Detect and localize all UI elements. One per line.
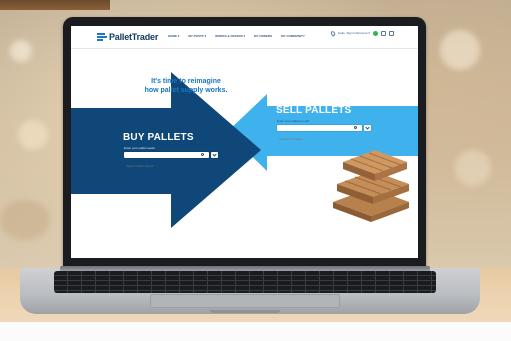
bokeh-light — [10, 40, 32, 62]
laptop-trackpad[interactable] — [150, 294, 340, 308]
buy-pallets-title: BUY PALLETS — [123, 132, 194, 143]
bokeh-light — [0, 200, 50, 240]
headline-line-1: It's time to reimagine — [151, 78, 221, 85]
laptop-screen: PalletTrader HOME ▾ MY POSTS ▾ WORKS & O… — [71, 26, 418, 258]
sell-pallets-title: SELL PALLETS — [276, 105, 352, 116]
background-sign — [0, 0, 110, 10]
buy-subtitle: Enter your pallet needs — [124, 146, 155, 150]
headline-line-2: how pallet supply works. — [144, 86, 228, 94]
sell-dropdown-chevron[interactable] — [364, 125, 371, 131]
bokeh-light — [455, 150, 491, 186]
hero-headline: It's time to reimagine how pallet supply… — [111, 78, 261, 95]
sell-search-input[interactable] — [277, 136, 362, 142]
search-icon[interactable] — [201, 153, 204, 156]
buy-dropdown-chevron[interactable] — [211, 152, 218, 158]
bokeh-light — [18, 120, 48, 150]
pallet-stack-image — [333, 150, 409, 222]
buy-arrow — [71, 72, 261, 228]
sell-subtitle: Enter your pallets to sell — [277, 119, 310, 123]
bottom-margin — [0, 322, 511, 341]
search-icon[interactable] — [354, 126, 357, 129]
laptop-keyboard — [54, 271, 436, 293]
buy-search-field[interactable] — [124, 152, 209, 169]
sell-search-field[interactable] — [277, 125, 362, 142]
bokeh-light — [440, 30, 480, 70]
buy-search-input[interactable] — [124, 163, 209, 169]
pallet-top — [343, 150, 407, 181]
laptop-front-notch — [210, 310, 280, 313]
